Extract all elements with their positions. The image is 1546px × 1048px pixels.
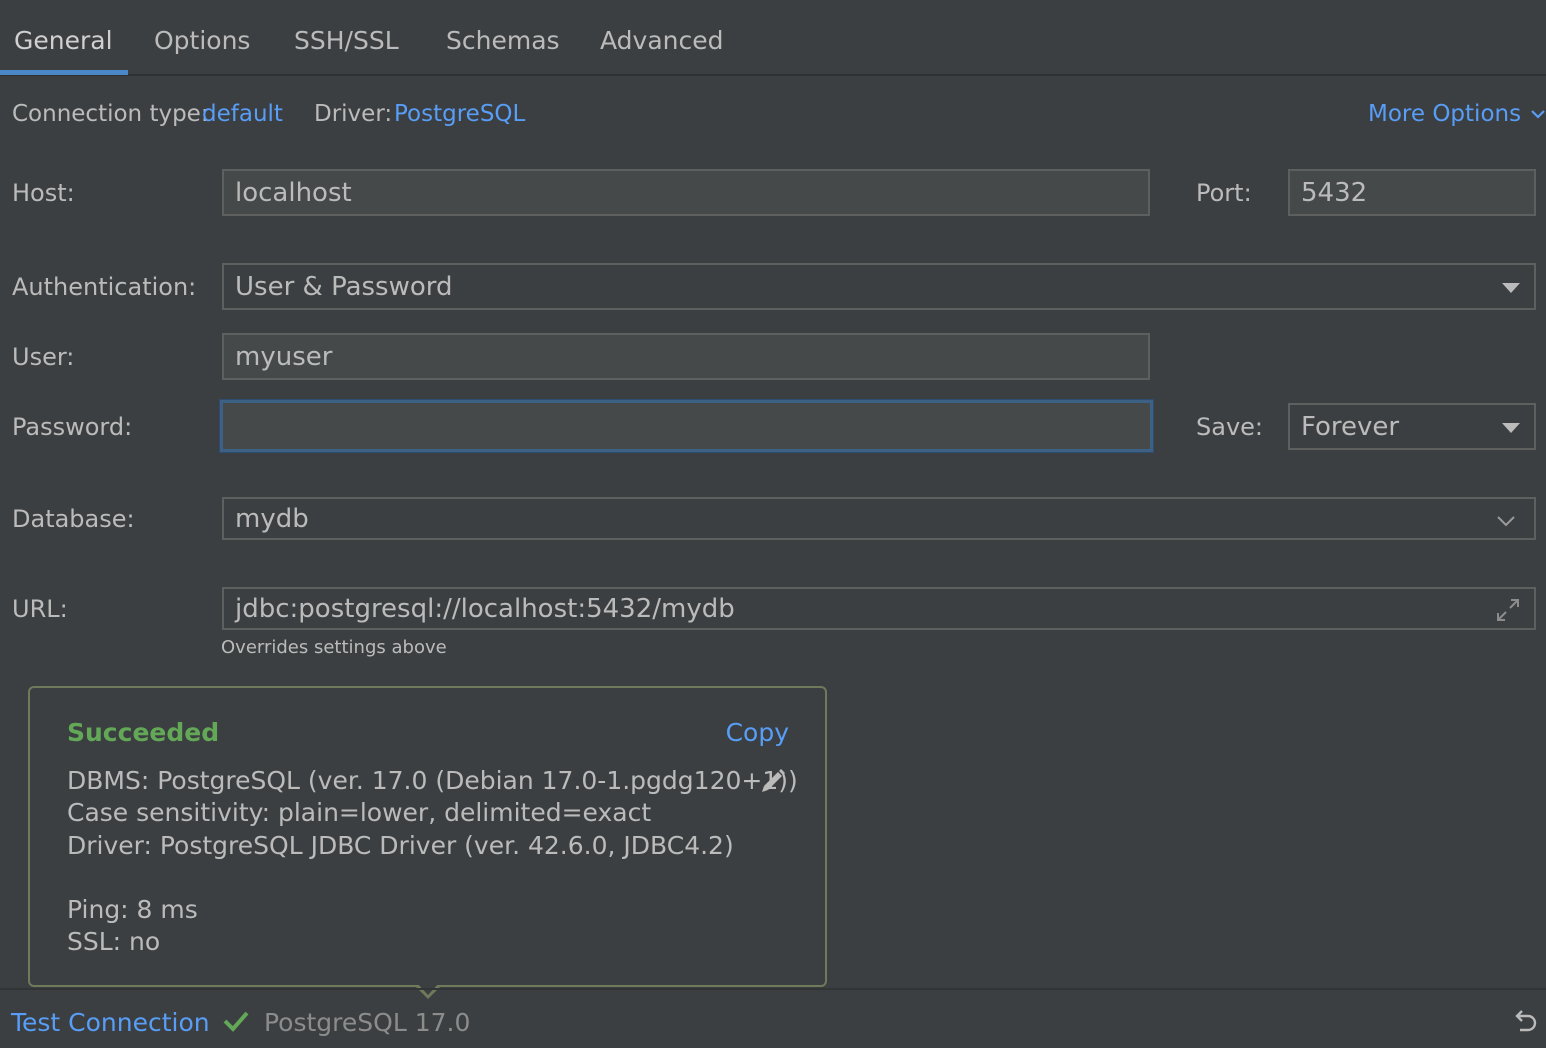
more-options-button[interactable]: More Options <box>1368 101 1546 127</box>
url-value: jdbc:postgresql://localhost:5432/mydb <box>235 593 735 624</box>
host-value: localhost <box>235 177 352 208</box>
database-label: Database: <box>12 505 135 533</box>
authentication-dropdown[interactable]: User & Password <box>222 263 1536 310</box>
test-connection-link[interactable]: Test Connection <box>11 1008 210 1037</box>
chevron-down-icon <box>1497 516 1515 527</box>
tab-options[interactable]: Options <box>154 26 250 55</box>
host-input[interactable]: localhost <box>222 169 1150 216</box>
tab-ssh-ssl[interactable]: SSH/SSL <box>294 26 399 55</box>
tab-schemas[interactable]: Schemas <box>446 26 560 55</box>
popup-case-line: Case sensitivity: plain=lower, delimited… <box>67 798 652 827</box>
save-value: Forever <box>1301 411 1400 442</box>
url-input[interactable]: jdbc:postgresql://localhost:5432/mydb <box>222 587 1536 630</box>
tab-general[interactable]: General <box>14 26 113 55</box>
bottom-bar: Test Connection PostgreSQL 17.0 <box>0 988 1546 1048</box>
revert-icon[interactable] <box>1510 1006 1540 1036</box>
checkmark-icon <box>223 1011 249 1032</box>
popup-title: Succeeded <box>67 718 220 747</box>
popup-driver-line: Driver: PostgreSQL JDBC Driver (ver. 42.… <box>67 831 734 860</box>
popup-ping-line: Ping: 8 ms <box>67 895 198 924</box>
dropdown-arrow-icon <box>1502 282 1520 293</box>
copy-button[interactable]: Copy <box>726 718 789 747</box>
expand-icon[interactable] <box>1494 596 1522 624</box>
port-value: 5432 <box>1301 177 1368 208</box>
database-value: mydb <box>235 503 309 534</box>
database-combo[interactable]: mydb <box>222 497 1536 540</box>
connection-type-label: Connection type: <box>12 101 209 127</box>
url-hint: Overrides settings above <box>221 637 447 658</box>
more-options-label: More Options <box>1368 101 1522 127</box>
popup-dbms-line: DBMS: PostgreSQL (ver. 17.0 (Debian 17.0… <box>67 766 798 795</box>
connection-type-link[interactable]: default <box>202 101 283 127</box>
save-label: Save: <box>1196 413 1263 441</box>
host-label: Host: <box>12 179 75 207</box>
password-input[interactable] <box>220 400 1153 452</box>
user-label: User: <box>12 343 75 371</box>
save-dropdown[interactable]: Forever <box>1288 403 1536 450</box>
edit-pencil-icon[interactable] <box>758 766 788 796</box>
url-label: URL: <box>12 595 68 623</box>
dropdown-arrow-icon <box>1502 422 1520 433</box>
port-input[interactable]: 5432 <box>1288 169 1536 216</box>
driver-link[interactable]: PostgreSQL <box>394 101 525 127</box>
popup-ssl-line: SSL: no <box>67 927 161 956</box>
port-label: Port: <box>1196 179 1252 207</box>
authentication-label: Authentication: <box>12 273 197 301</box>
user-input[interactable]: myuser <box>222 333 1150 380</box>
test-connection-popup: Succeeded Copy DBMS: PostgreSQL (ver. 17… <box>28 686 827 987</box>
chevron-down-icon <box>1531 110 1545 119</box>
authentication-value: User & Password <box>235 271 453 302</box>
connection-status-text: PostgreSQL 17.0 <box>264 1008 471 1037</box>
active-tab-indicator <box>0 70 128 75</box>
user-value: myuser <box>235 341 333 372</box>
driver-label: Driver: <box>314 101 393 127</box>
tab-advanced[interactable]: Advanced <box>600 26 724 55</box>
tab-bar: General Options SSH/SSL Schemas Advanced <box>0 0 1546 76</box>
password-label: Password: <box>12 413 133 441</box>
